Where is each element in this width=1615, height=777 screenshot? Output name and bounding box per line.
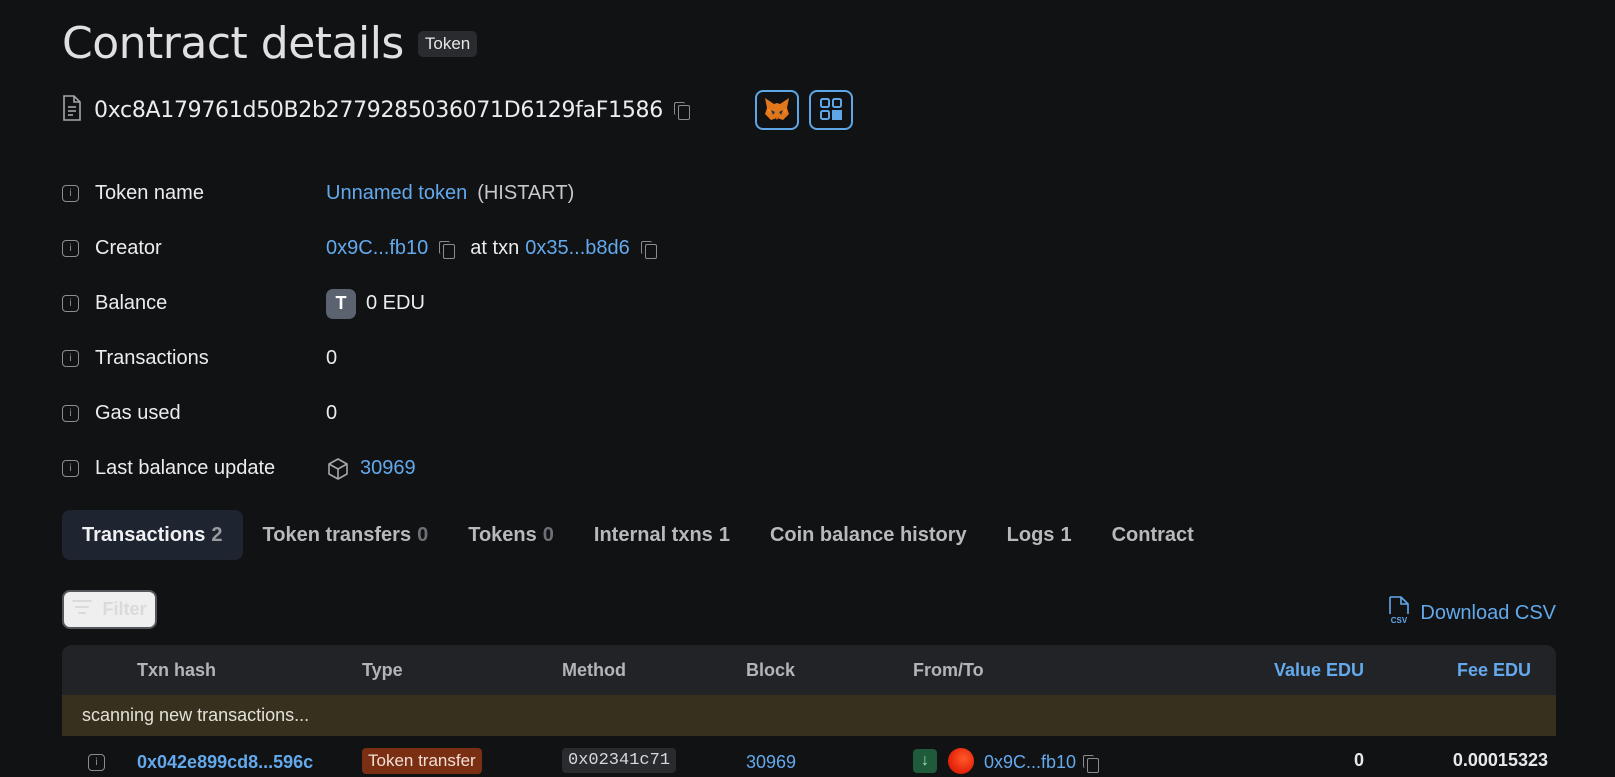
tab-bar: Transactions 2 Token transfers 0 Tokens 0 I… — [62, 510, 1214, 560]
detail-label: Transactions — [95, 347, 209, 369]
info-icon[interactable]: i — [62, 295, 79, 312]
copy-txn-icon[interactable] — [640, 240, 658, 259]
filter-icon — [72, 599, 93, 620]
filter-label: Filter — [102, 599, 147, 619]
scanning-banner: scanning new transactions... — [62, 695, 1556, 736]
detail-label: Last balance update — [95, 457, 276, 479]
copy-creator-icon[interactable] — [438, 240, 456, 259]
token-avatar: T — [326, 288, 356, 319]
from-address-link[interactable]: 0x9C...fb10 — [984, 752, 1076, 773]
col-txn-hash: Txn hash — [137, 660, 217, 680]
table-row: i 0x042e899cd8...596c Token transfer 0x0… — [62, 736, 1556, 777]
tab-transactions[interactable]: Transactions 2 — [62, 510, 243, 560]
creator-address-link[interactable]: 0x9C...fb10 — [326, 237, 428, 260]
copy-from-icon[interactable] — [1082, 754, 1100, 773]
last-balance-block-link[interactable]: 30969 — [360, 457, 416, 480]
detail-row-balance: i Balance T 0 EDU — [62, 276, 658, 331]
creation-txn-link[interactable]: 0x35...b8d6 — [525, 237, 630, 260]
document-icon — [62, 94, 82, 126]
type-badge: Token transfer — [362, 748, 482, 774]
tab-contract[interactable]: Contract — [1092, 510, 1214, 560]
detail-row-last-balance-update: i Last balance update 30969 — [62, 441, 658, 496]
fee-edu: 0.00015323 — [1452, 750, 1548, 770]
cube-icon — [326, 457, 350, 481]
info-icon[interactable]: i — [62, 185, 79, 202]
at-txn-label: at txn — [470, 237, 520, 259]
info-icon[interactable]: i — [62, 405, 79, 422]
col-block: Block — [746, 660, 796, 680]
detail-label: Gas used — [95, 402, 181, 424]
detail-label: Token name — [95, 182, 204, 204]
address-avatar — [948, 748, 974, 774]
address-row: 0xc8A179761d50B2b2779285036071D6129faF15… — [62, 90, 853, 130]
transactions-table: Txn hash Type Method Block From/To Value… — [62, 645, 1556, 777]
add-to-metamask-button[interactable] — [754, 90, 799, 130]
tab-logs[interactable]: Logs 1 — [987, 510, 1092, 560]
tab-internal-txns[interactable]: Internal txns 1 — [574, 510, 750, 560]
tab-coin-balance-history[interactable]: Coin balance history — [750, 510, 987, 560]
detail-label: Balance — [95, 292, 168, 314]
csv-file-icon: CSV — [1388, 596, 1410, 630]
detail-row-token-name: i Token name Unnamed token (HISTART) — [62, 166, 658, 221]
info-icon[interactable]: i — [62, 460, 79, 477]
detail-row-transactions: i Transactions 0 — [62, 331, 658, 386]
block-link[interactable]: 30969 — [746, 752, 796, 773]
token-type-badge: Token — [417, 30, 478, 57]
col-fee-edu[interactable]: Fee EDU — [1457, 660, 1531, 681]
page-header: Contract details Token — [62, 18, 478, 69]
tab-tokens[interactable]: Tokens 0 — [448, 510, 574, 560]
info-icon[interactable]: i — [62, 350, 79, 367]
show-qr-button[interactable] — [808, 90, 853, 130]
contract-details-list: i Token name Unnamed token (HISTART) i C… — [62, 166, 658, 496]
svg-text:CSV: CSV — [1391, 616, 1408, 624]
balance-value: 0 EDU — [366, 292, 425, 314]
txn-hash-link[interactable]: 0x042e899cd8...596c — [137, 752, 313, 773]
tab-token-transfers[interactable]: Token transfers 0 — [243, 510, 449, 560]
col-type: Type — [362, 660, 403, 680]
contract-address: 0xc8A179761d50B2b2779285036071D6129faF15… — [94, 97, 663, 123]
info-icon[interactable]: i — [62, 240, 79, 257]
detail-row-gas-used: i Gas used 0 — [62, 386, 658, 441]
table-header: Txn hash Type Method Block From/To Value… — [62, 645, 1556, 695]
download-csv-link[interactable]: CSV Download CSV — [1388, 596, 1556, 630]
col-value-edu[interactable]: Value EDU — [1274, 660, 1364, 681]
detail-row-creator: i Creator 0x9C...fb10 at txn 0x35...b8d6 — [62, 221, 658, 276]
method-badge: 0x02341c71 — [562, 748, 677, 773]
transactions-value: 0 — [326, 347, 338, 369]
col-from-to: From/To — [913, 660, 984, 680]
detail-label: Creator — [95, 237, 162, 259]
arrow-down-icon: ↓ — [913, 749, 937, 773]
value-edu: 0 — [1353, 750, 1364, 770]
info-icon[interactable]: i — [88, 754, 105, 771]
qr-code-icon — [819, 97, 843, 124]
copy-address-icon[interactable] — [673, 101, 691, 120]
token-name-link[interactable]: Unnamed token — [326, 182, 467, 205]
token-symbol: (HISTART) — [477, 182, 575, 204]
metamask-fox-icon — [763, 96, 791, 125]
gas-used-value: 0 — [326, 402, 338, 424]
col-method: Method — [562, 660, 626, 680]
download-csv-label: Download CSV — [1420, 601, 1556, 624]
filter-button[interactable]: Filter — [62, 590, 157, 629]
page-title: Contract details — [62, 18, 404, 69]
